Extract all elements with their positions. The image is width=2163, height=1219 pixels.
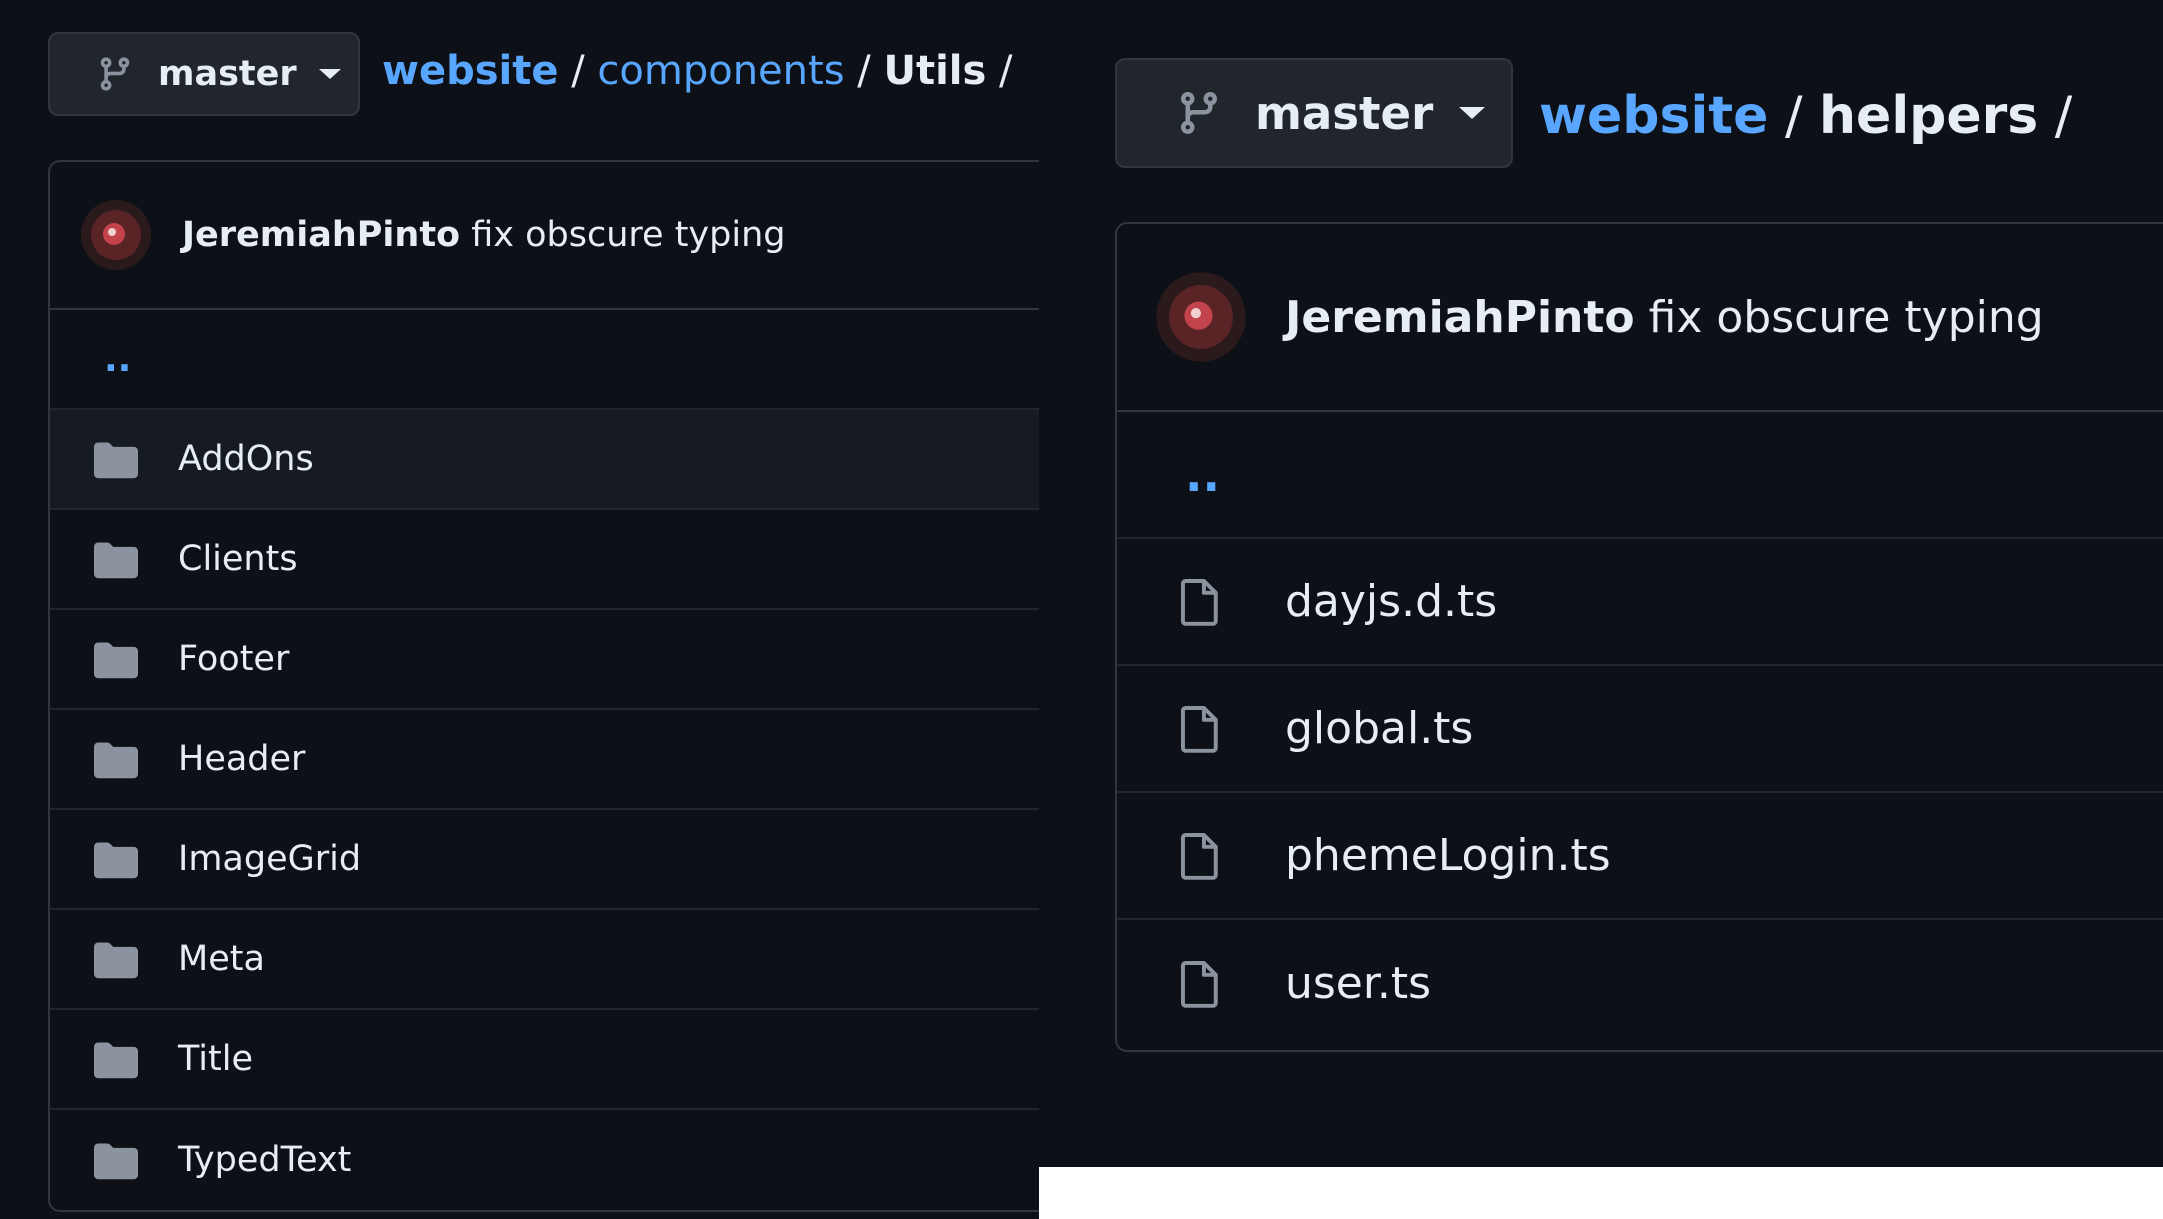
folder-icon <box>94 1042 138 1079</box>
folder-row[interactable]: ImageGrid <box>50 810 1039 910</box>
file-icon <box>1180 578 1218 626</box>
folder-row[interactable]: TypedText <box>50 1110 1039 1210</box>
folder-row[interactable]: Meta <box>50 910 1039 1010</box>
parent-directory-row[interactable]: .. <box>1117 412 2163 539</box>
folder-icon <box>94 842 138 879</box>
folder-icon <box>94 1143 138 1180</box>
commit-message-link[interactable]: fix obscure typing <box>471 215 785 255</box>
folder-row[interactable]: Clients <box>50 510 1039 610</box>
file-name-link[interactable]: user.ts <box>1285 958 1431 1009</box>
left-panel: master website / components / Utils / Je… <box>0 0 1039 1219</box>
file-list-box: JeremiahPinto fix obscure typing .. dayj… <box>1115 222 2163 1052</box>
breadcrumb-separator: / <box>1784 86 1803 146</box>
file-icon-wrap <box>1179 577 1221 627</box>
folder-icon <box>94 642 138 679</box>
folder-icon <box>94 742 138 779</box>
parent-directory-row[interactable]: .. <box>50 310 1039 410</box>
breadcrumb-link-components[interactable]: components <box>597 48 844 94</box>
folder-icon <box>94 442 138 479</box>
breadcrumb-root-link[interactable]: website <box>382 48 558 94</box>
folder-row[interactable]: Title <box>50 1010 1039 1110</box>
folder-icon-wrap <box>94 639 138 679</box>
folder-name-link[interactable]: Clients <box>178 539 298 579</box>
breadcrumb-root-link[interactable]: website <box>1539 86 1768 146</box>
file-icon-wrap <box>1179 831 1221 881</box>
chevron-down-icon <box>1459 107 1486 119</box>
file-icon-wrap <box>1179 704 1221 754</box>
commit-author-link[interactable]: JeremiahPinto <box>1285 292 1635 343</box>
commit-author-link[interactable]: JeremiahPinto <box>182 215 460 255</box>
branch-select-button[interactable]: master <box>48 32 360 116</box>
breadcrumb-current: Utils <box>883 48 987 94</box>
parent-directory-link[interactable]: .. <box>1185 448 1220 502</box>
file-name-link[interactable]: dayjs.d.ts <box>1285 576 1497 627</box>
breadcrumb-separator: / <box>857 48 871 94</box>
file-list-box: JeremiahPinto fix obscure typing .. AddO… <box>48 160 1039 1212</box>
file-icon <box>1180 960 1218 1008</box>
folder-icon-wrap <box>94 939 138 979</box>
file-name-link[interactable]: global.ts <box>1285 703 1473 754</box>
breadcrumb: website / components / Utils / <box>382 48 1013 94</box>
folder-name-link[interactable]: AddOns <box>178 439 314 479</box>
file-name-link[interactable]: phemeLogin.ts <box>1285 830 1611 881</box>
breadcrumb: website / helpers / <box>1539 86 2072 146</box>
parent-directory-link[interactable]: .. <box>104 339 131 380</box>
folder-icon <box>94 942 138 979</box>
folder-row[interactable]: Footer <box>50 610 1039 710</box>
breadcrumb-separator: / <box>999 48 1013 94</box>
file-icon-wrap <box>1179 959 1221 1009</box>
file-row[interactable]: phemeLogin.ts <box>1117 793 2163 920</box>
folder-name-link[interactable]: Footer <box>178 639 289 679</box>
folder-name-link[interactable]: Header <box>178 739 305 779</box>
git-branch-icon <box>100 57 130 91</box>
git-branch-icon <box>1180 92 1217 135</box>
latest-commit-row: JeremiahPinto fix obscure typing <box>1117 224 2163 412</box>
folder-name-link[interactable]: TypedText <box>178 1140 351 1180</box>
file-row[interactable]: dayjs.d.ts <box>1117 539 2163 666</box>
folder-row[interactable]: AddOns <box>50 410 1039 510</box>
folder-icon-wrap <box>94 1140 138 1180</box>
chevron-down-icon <box>318 69 341 79</box>
right-panel: master website / helpers / JeremiahPinto… <box>1039 0 2163 1167</box>
breadcrumb-separator: / <box>571 48 585 94</box>
latest-commit-row: JeremiahPinto fix obscure typing <box>50 162 1039 310</box>
file-icon <box>1180 705 1218 753</box>
breadcrumb-separator: / <box>2054 86 2073 146</box>
file-row[interactable]: global.ts <box>1117 666 2163 793</box>
avatar[interactable] <box>1155 271 1247 363</box>
folder-name-link[interactable]: Meta <box>178 939 265 979</box>
folder-name-link[interactable]: Title <box>178 1039 253 1079</box>
file-icon <box>1180 832 1218 880</box>
folder-icon-wrap <box>94 539 138 579</box>
folder-row[interactable]: Header <box>50 710 1039 810</box>
breadcrumb-current: helpers <box>1819 86 2039 146</box>
folder-icon-wrap <box>94 439 138 479</box>
file-row[interactable]: user.ts <box>1117 920 2163 1047</box>
folder-icon-wrap <box>94 739 138 779</box>
avatar[interactable] <box>80 199 152 271</box>
folder-icon-wrap <box>94 839 138 879</box>
folder-icon <box>94 542 138 579</box>
commit-message-link[interactable]: fix obscure typing <box>1649 292 2044 343</box>
folder-name-link[interactable]: ImageGrid <box>178 839 361 879</box>
branch-label: master <box>158 54 297 94</box>
folder-icon-wrap <box>94 1039 138 1079</box>
branch-label: master <box>1255 86 1434 140</box>
branch-select-button[interactable]: master <box>1115 58 1513 168</box>
